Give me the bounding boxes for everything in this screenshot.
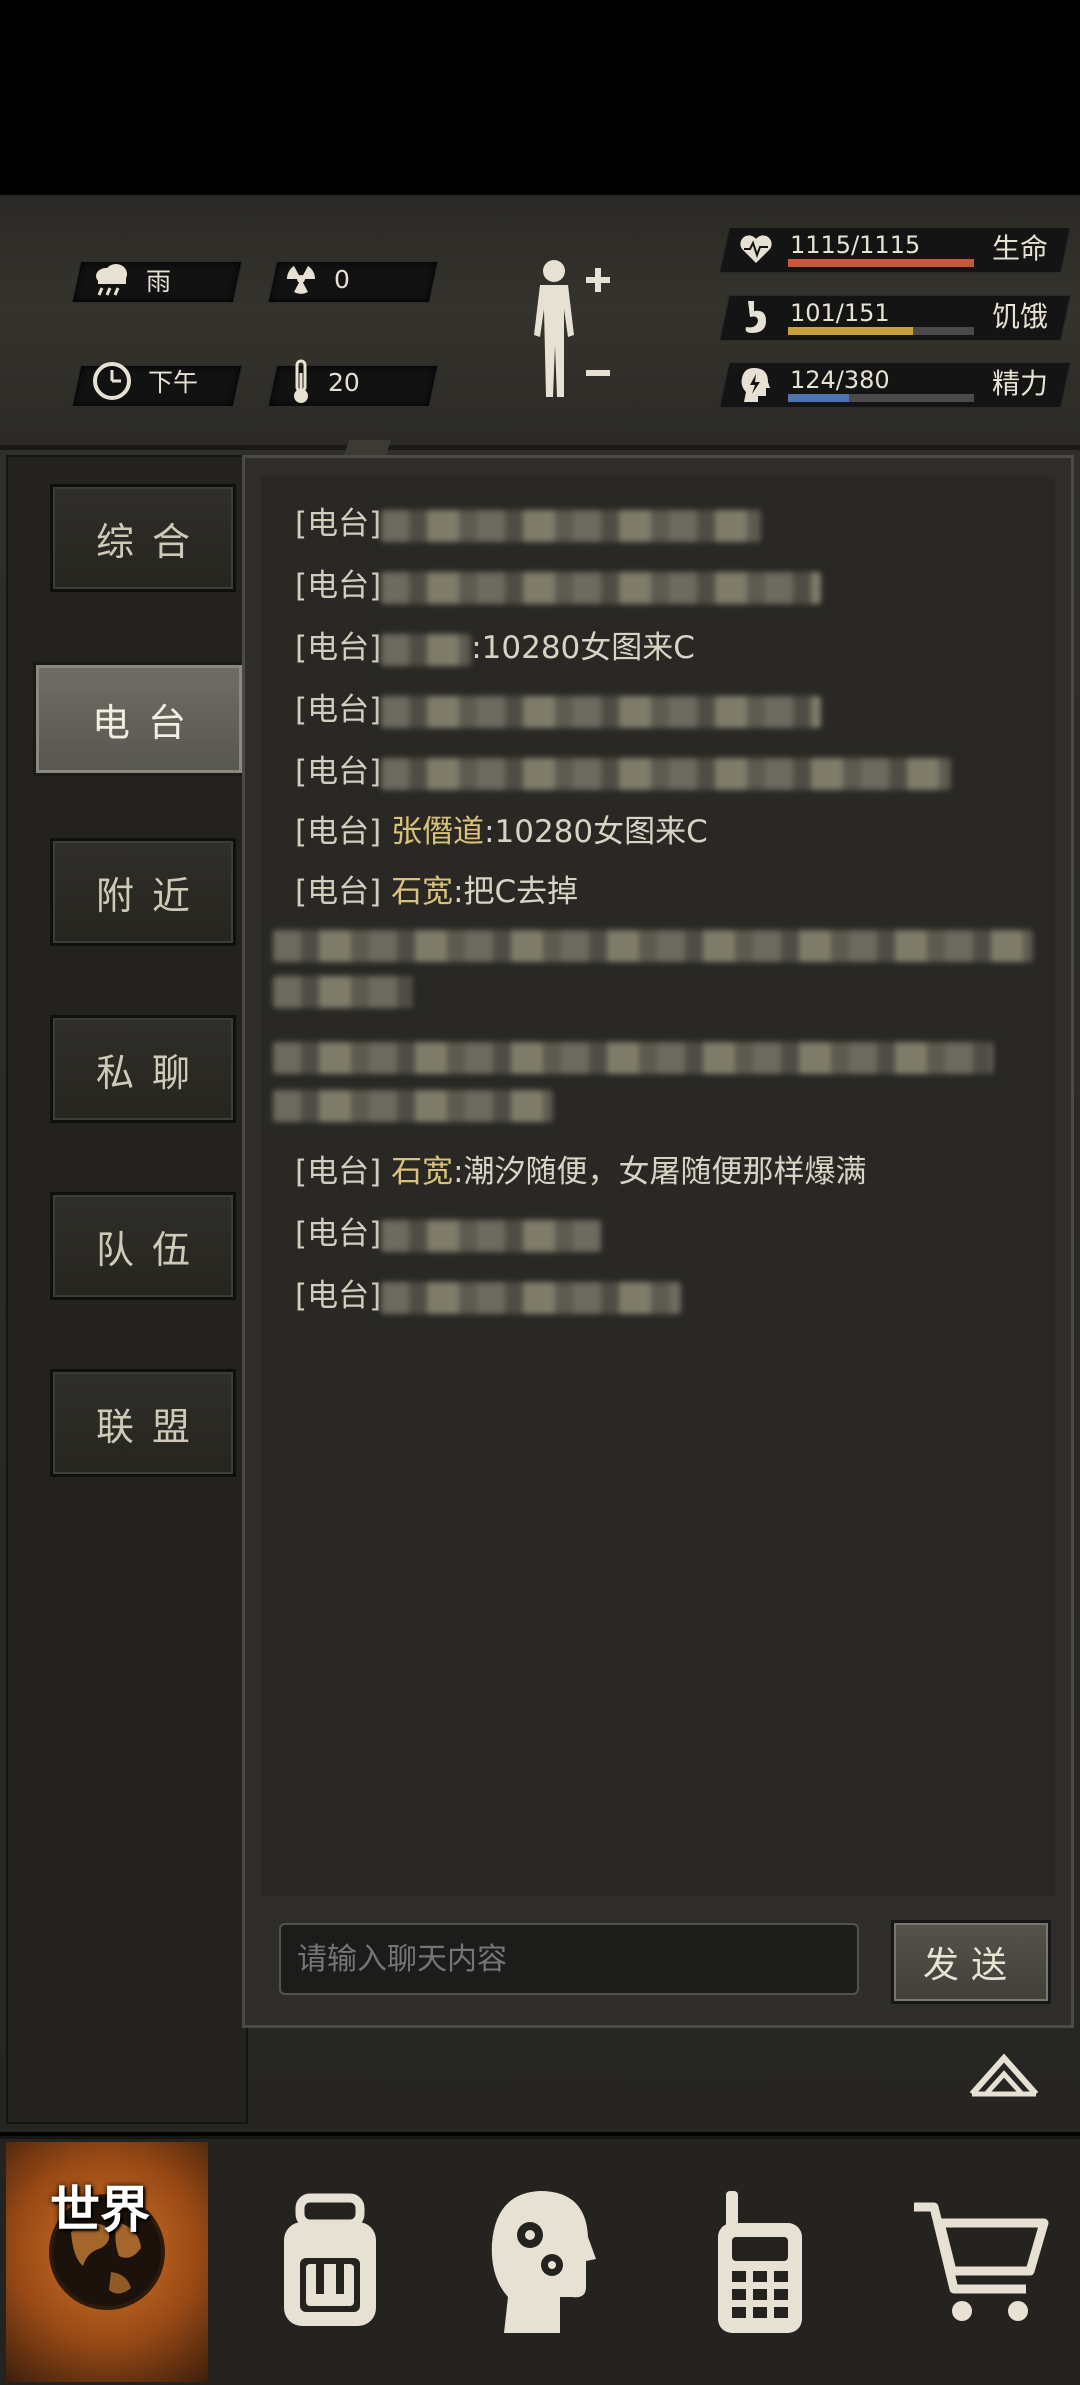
- tab-nearby-label: 附近: [95, 873, 208, 918]
- chat-message: [电台] 石宽:把C去掉: [295, 866, 578, 911]
- channel-tag: [电台]: [295, 506, 382, 542]
- rain-cloud-icon: [96, 264, 127, 296]
- backpack-icon: [284, 2193, 376, 2326]
- redacted-text: [381, 571, 822, 604]
- chat-message: [电台]: [295, 560, 822, 605]
- chat-message: [电台]: [295, 1270, 682, 1315]
- chevron-up-icon[interactable]: [968, 2052, 1040, 2098]
- message-text: :10280女图来C: [484, 814, 708, 850]
- chat-message: [273, 972, 413, 1008]
- channel-tag: [电台]: [295, 692, 382, 728]
- hunger-track: [788, 327, 974, 335]
- channel-tag: [电台]: [295, 568, 382, 604]
- nav-radio[interactable]: [690, 2142, 830, 2382]
- chat-message: [电台] 石宽:潮汐随便，女屠随便那样爆满: [295, 1146, 867, 1191]
- nav-world-label: 世界: [50, 2181, 150, 2239]
- hunger-fill: [788, 327, 913, 335]
- chat-message: [电台] 张僭道:10280女图来C: [295, 806, 708, 851]
- time-status: 下午: [92, 361, 198, 401]
- sender-name[interactable]: 石宽: [391, 1154, 453, 1190]
- chat-message: [电台]: [295, 1208, 602, 1253]
- chat-message: [电台]: [295, 746, 952, 791]
- temperature-status: 20: [290, 359, 360, 405]
- tab-radio[interactable]: 电台: [33, 662, 245, 776]
- health-label: 生命: [992, 232, 1049, 265]
- radiation-value: 0: [334, 264, 350, 294]
- chat-message: [273, 926, 1033, 962]
- clock-icon: [93, 362, 131, 400]
- health-fill: [788, 259, 974, 267]
- channel-tag: [电台]: [295, 630, 382, 666]
- chat-message-list[interactable]: [电台] [电台] [电台] :10280女图来C [电台] [电台] [电台] …: [261, 476, 1055, 1896]
- redacted-text: [273, 1089, 553, 1122]
- chat-message: [273, 1086, 553, 1122]
- weather-text: 雨: [146, 267, 172, 296]
- chat-message: [电台] :10280女图来C: [295, 622, 695, 667]
- hunger-label: 饥饿: [992, 300, 1049, 333]
- chat-panel: [电台] [电台] [电台] :10280女图来C [电台] [电台] [电台] …: [242, 455, 1074, 2028]
- tab-radio-label: 电台: [91, 700, 204, 745]
- radio-icon: [718, 2191, 802, 2333]
- channel-tag: [电台]: [295, 874, 382, 910]
- redacted-text: [273, 975, 413, 1008]
- nav-skills[interactable]: [468, 2142, 618, 2382]
- chat-input[interactable]: [279, 1923, 859, 1995]
- redacted-text: [381, 695, 822, 728]
- message-text: :把C去掉: [453, 874, 579, 910]
- nav-shop[interactable]: [900, 2142, 1060, 2382]
- tab-team-label: 队伍: [95, 1227, 208, 1272]
- hunger-text: 101/151: [790, 299, 890, 327]
- body-figure-icon[interactable]: [522, 257, 622, 407]
- tab-team[interactable]: 队伍: [50, 1192, 236, 1300]
- energy-text: 124/380: [790, 366, 890, 394]
- energy-head-icon: [741, 368, 770, 402]
- tab-private[interactable]: 私聊: [50, 1015, 236, 1123]
- redacted-text: [273, 929, 1033, 962]
- sender-name[interactable]: 石宽: [391, 874, 453, 910]
- health-track: [788, 259, 974, 267]
- redacted-name: [381, 633, 472, 666]
- tab-alliance-label: 联盟: [95, 1404, 208, 1449]
- temperature-value: 20: [328, 367, 360, 397]
- redacted-text: [273, 1041, 993, 1074]
- channel-tag: [电台]: [295, 814, 382, 850]
- heart-icon: [740, 235, 772, 263]
- energy-fill: [788, 394, 850, 402]
- energy-label: 精力: [992, 367, 1049, 400]
- redacted-text: [381, 1281, 682, 1314]
- send-button[interactable]: 发送: [891, 1920, 1051, 2004]
- radiation-icon: [286, 266, 316, 294]
- skills-head-icon: [491, 2191, 596, 2333]
- cart-icon: [914, 2202, 1049, 2321]
- channel-tag: [电台]: [295, 1216, 382, 1252]
- channel-tag: [电台]: [295, 1154, 382, 1190]
- time-text: 下午: [148, 368, 199, 397]
- stomach-icon: [745, 301, 766, 333]
- message-text: :潮汐随便，女屠随便那样爆满: [453, 1154, 867, 1190]
- nav-backpack[interactable]: [250, 2142, 410, 2382]
- energy-track: [788, 394, 974, 402]
- thermometer-icon: [294, 359, 308, 403]
- redacted-text: [381, 509, 762, 542]
- radiation-status: 0: [284, 262, 350, 296]
- redacted-text: [381, 757, 952, 790]
- send-button-label: 发送: [922, 1945, 1019, 1986]
- chat-message: [273, 1038, 993, 1074]
- redacted-text: [381, 1219, 602, 1252]
- tab-alliance[interactable]: 联盟: [50, 1369, 236, 1477]
- tab-general-label: 综合: [95, 519, 208, 564]
- sender-name[interactable]: 张僭道: [391, 814, 484, 850]
- channel-tag: [电台]: [295, 754, 382, 790]
- health-text: 1115/1115: [790, 231, 921, 259]
- chat-message: [电台]: [295, 684, 822, 729]
- status-panel: 雨 0 下午 20 1115/1115 生命 101/151 饥饿 124/38…: [0, 195, 1080, 448]
- tab-private-label: 私聊: [95, 1050, 208, 1095]
- tab-nearby[interactable]: 附近: [50, 838, 236, 946]
- message-text: :10280女图来C: [471, 630, 695, 666]
- chat-message: [电台]: [295, 498, 762, 543]
- channel-tag: [电台]: [295, 1278, 382, 1314]
- weather-status: 雨: [92, 262, 171, 298]
- tab-general[interactable]: 综合: [50, 484, 236, 592]
